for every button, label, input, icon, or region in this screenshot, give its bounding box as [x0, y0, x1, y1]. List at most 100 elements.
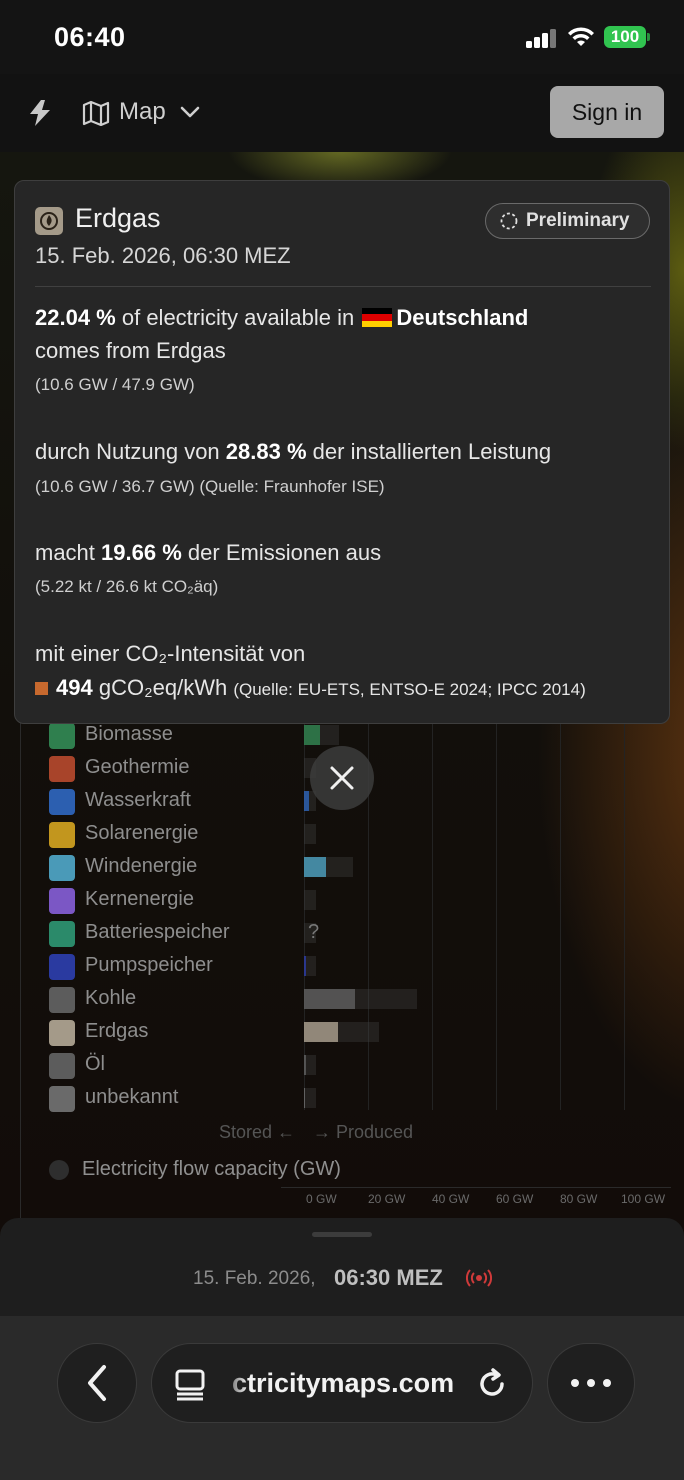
heat-waves-icon [49, 756, 75, 782]
production-label: Geothermie [85, 756, 190, 778]
battery-indicator: 100 [604, 26, 646, 48]
capacity-prefix: durch Nutzung von [35, 439, 220, 464]
wifi-icon [568, 27, 594, 46]
tooltip-title: Erdgas [75, 203, 161, 233]
production-label: unbekannt [85, 1086, 179, 1108]
produced-axis-label: → Produced [313, 1122, 414, 1142]
production-bar [304, 956, 306, 976]
x-tick: 60 GW [496, 1192, 534, 1206]
browser-toolbar: ctricitymaps.com [0, 1316, 684, 1480]
production-row[interactable]: Pumpspeicher [47, 951, 667, 981]
battery-icon [49, 921, 75, 947]
production-row[interactable]: Solarenergie [47, 819, 667, 849]
production-row[interactable]: Öl [47, 1050, 667, 1080]
share-percent: 22.04 % [35, 305, 116, 330]
production-row[interactable]: Kohle [47, 984, 667, 1014]
emissions-line: macht 19.66 % der Emissionen aus [35, 536, 381, 569]
more-options-button[interactable] [547, 1343, 635, 1423]
capacity-bar [304, 890, 316, 910]
lightning-logo-icon[interactable] [26, 98, 54, 128]
gas-flame-icon [35, 207, 63, 235]
production-row[interactable]: Erdgas [47, 1017, 667, 1047]
production-bar [304, 791, 309, 811]
capacity-line: durch Nutzung von 28.83 % der installier… [35, 435, 551, 468]
capacity-bar [304, 956, 316, 976]
address-bar[interactable]: ctricitymaps.com [151, 1343, 533, 1423]
sprout-icon [49, 723, 75, 749]
gas-flame-icon [49, 1020, 75, 1046]
production-row[interactable]: Windenergie [47, 852, 667, 882]
tab-icon[interactable] [174, 1368, 208, 1402]
production-row[interactable]: Kernenergie [47, 885, 667, 915]
production-row[interactable]: Biomasse [47, 720, 667, 750]
share-suffix: comes from Erdgas [35, 338, 226, 363]
capacity-bar [304, 1055, 316, 1075]
x-tick: 0 GW [306, 1192, 337, 1206]
intensity-unit: gCO₂eq/kWh [98, 675, 228, 700]
intensity-value: 494 [56, 675, 93, 700]
cellular-signal-icon [526, 28, 558, 48]
emissions-prefix: macht [35, 540, 95, 565]
production-row[interactable]: unbekannt [47, 1083, 667, 1113]
production-label: Erdgas [85, 1020, 149, 1042]
sheet-drag-handle[interactable] [312, 1232, 372, 1237]
pump-storage-icon [49, 954, 75, 980]
sheet-time: 06:30 MEZ [334, 1265, 443, 1290]
status-bar: 06:40 100 [0, 0, 684, 74]
url-text[interactable]: ctricitymaps.com [232, 1368, 454, 1399]
sheet-date: 15. Feb. 2026, [193, 1268, 316, 1289]
share-detail: (10.6 GW / 47.9 GW) [35, 375, 195, 394]
time-bottom-sheet[interactable]: 15. Feb. 2026, 06:30 MEZ [0, 1218, 684, 1318]
app-header: Map Sign in [0, 74, 684, 152]
x-tick: 40 GW [432, 1192, 470, 1206]
view-selector-label[interactable]: Map [119, 98, 166, 126]
production-label: Solarenergie [85, 822, 199, 844]
app-screen: 06:40 100 Map Sign in Biomasse Geothermi… [0, 0, 684, 1480]
close-tooltip-button[interactable] [310, 746, 374, 810]
flow-toggle-icon[interactable] [49, 1160, 69, 1180]
intensity-source: (Quelle: EU-ETS, ENTSO-E 2024; IPCC 2014… [233, 680, 586, 699]
sun-gear-icon [49, 822, 75, 848]
stored-axis-label: Stored ← [219, 1122, 296, 1142]
production-label: Öl [85, 1053, 105, 1075]
intensity-color-swatch [35, 682, 48, 695]
x-tick: 100 GW [621, 1192, 666, 1206]
battery-tip [647, 33, 650, 41]
chevron-down-icon[interactable] [179, 104, 201, 120]
x-axis: 0 GW 20 GW 40 GW 60 GW 80 GW 100 GW [281, 1187, 671, 1207]
tooltip-date: 15. Feb. 2026, 06:30 MEZ [35, 243, 291, 268]
ellipsis-icon [571, 1379, 611, 1387]
reload-icon[interactable] [474, 1366, 510, 1402]
production-label: Kohle [85, 987, 137, 1009]
production-bar [304, 1055, 306, 1075]
x-tick: 20 GW [368, 1192, 406, 1206]
production-bar [304, 857, 327, 877]
emissions-detail: (5.22 kt / 26.6 kt CO₂äq) [35, 577, 219, 596]
sign-in-button[interactable]: Sign in [550, 86, 664, 138]
atom-icon [49, 888, 75, 914]
production-row[interactable]: Batteriespeicher? [47, 918, 667, 948]
capacity-bar [304, 824, 316, 844]
wind-icon [49, 855, 75, 881]
production-bar [304, 1088, 305, 1108]
map-icon[interactable] [82, 100, 110, 126]
production-label: Biomasse [85, 723, 173, 745]
coal-drop-icon [49, 987, 75, 1013]
oil-drop-icon [49, 1053, 75, 1079]
dashed-circle-icon [500, 212, 518, 230]
production-label: Kernenergie [85, 888, 194, 910]
preliminary-badge: Preliminary [485, 203, 650, 239]
chevron-left-icon [88, 1365, 106, 1401]
production-label: Wasserkraft [85, 789, 191, 811]
intensity-prefix: mit einer CO₂-Intensität von [35, 641, 306, 666]
back-button[interactable] [57, 1343, 137, 1423]
intensity-line: 494 gCO₂eq/kWh (Quelle: EU-ETS, ENTSO-E … [35, 671, 586, 706]
capacity-percent: 28.83 % [225, 439, 307, 464]
production-bar [304, 1022, 338, 1042]
close-icon [330, 766, 354, 790]
production-label: Pumpspeicher [85, 954, 213, 976]
live-broadcast-icon [466, 1269, 492, 1287]
flow-capacity-label: Electricity flow capacity (GW) [82, 1158, 341, 1180]
emissions-percent: 19.66 % [101, 540, 182, 565]
source-tooltip: Erdgas 15. Feb. 2026, 06:30 MEZ Prelimin… [14, 180, 670, 724]
